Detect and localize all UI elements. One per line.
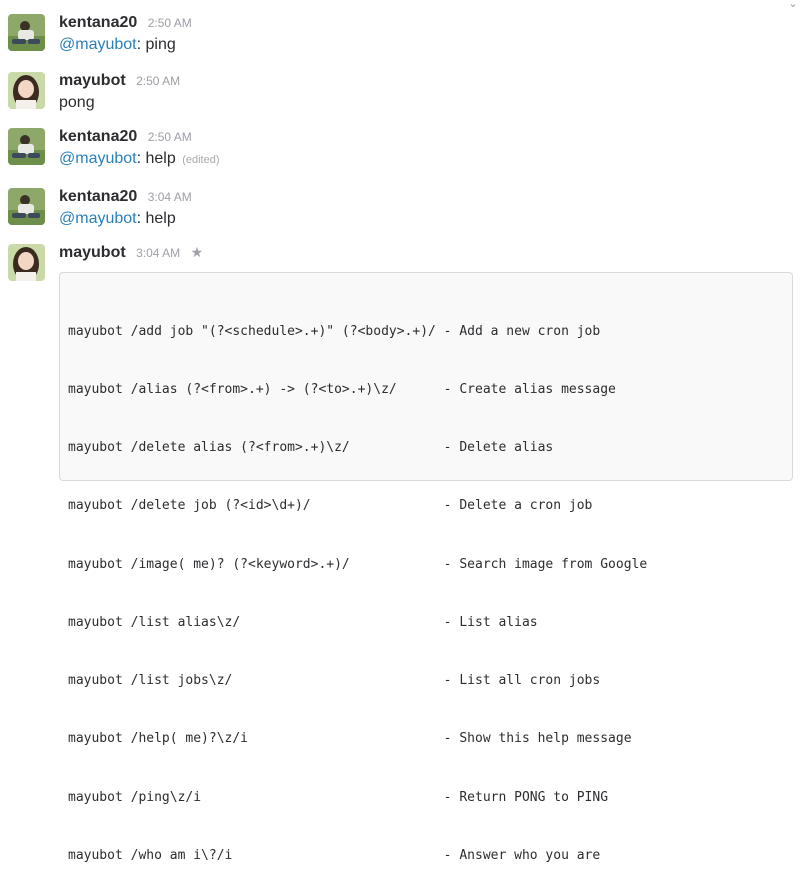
mayubot-avatar[interactable] <box>8 72 45 109</box>
edited-label: (edited) <box>182 154 220 166</box>
corner-chevron-icon[interactable]: ⌄ <box>786 0 800 10</box>
author-name[interactable]: kentana20 <box>59 14 137 31</box>
message-header: mayubot 3:04 AM ★ <box>59 244 203 262</box>
user-mention[interactable]: @mayubot <box>59 36 137 53</box>
message-content: pong <box>59 94 95 111</box>
kentana20-avatar-image <box>8 14 45 51</box>
author-name[interactable]: kentana20 <box>59 188 137 205</box>
star-icon[interactable]: ★ <box>191 244 204 260</box>
author-name[interactable]: mayubot <box>59 72 126 89</box>
help-line: mayubot /add job "(?<schedule>.+)" (?<bo… <box>68 323 601 339</box>
message-text: @mayubot: help <box>59 210 176 228</box>
timestamp[interactable]: 2:50 AM <box>148 16 192 30</box>
kentana20-avatar-image <box>8 128 45 165</box>
kentana20-avatar-image <box>8 188 45 225</box>
timestamp[interactable]: 2:50 AM <box>136 74 180 88</box>
help-line: mayubot /ping\z/i - Return PONG to PING <box>68 789 609 805</box>
help-line: mayubot /list alias\z/ - List alias <box>68 614 538 630</box>
message-header: kentana20 3:04 AM <box>59 188 192 206</box>
kentana20-avatar[interactable] <box>8 14 45 51</box>
help-line: mayubot /alias (?<from>.+) -> (?<to>.+)\… <box>68 382 616 398</box>
help-code-block: mayubot /add job "(?<schedule>.+)" (?<bo… <box>59 272 793 863</box>
mayubot-avatar-image <box>8 72 45 109</box>
user-mention[interactable]: @mayubot <box>59 150 137 167</box>
author-name[interactable]: kentana20 <box>59 128 137 145</box>
author-name[interactable]: mayubot <box>59 244 126 261</box>
mayubot-avatar[interactable] <box>8 244 45 281</box>
message-header: mayubot 2:50 AM <box>59 72 180 90</box>
message-header: kentana20 2:50 AM <box>59 128 192 146</box>
help-line: mayubot /help( me)?\z/i - Show this help… <box>68 731 632 747</box>
user-mention[interactable]: @mayubot <box>59 210 137 227</box>
help-line: mayubot /delete job (?<id>\d+)/ - Delete… <box>68 498 593 514</box>
mayubot-avatar-image <box>8 244 45 281</box>
kentana20-avatar[interactable] <box>8 128 45 165</box>
timestamp[interactable]: 2:50 AM <box>148 130 192 144</box>
help-line: mayubot /list jobs\z/ - List all cron jo… <box>68 673 601 689</box>
help-line: mayubot /delete alias (?<from>.+)\z/ - D… <box>68 440 554 456</box>
help-line: mayubot /who am i\?/i - Answer who you a… <box>68 847 601 863</box>
message-content: ping <box>141 36 176 53</box>
help-line: mayubot /image( me)? (?<keyword>.+)/ - S… <box>68 556 648 572</box>
timestamp[interactable]: 3:04 AM <box>148 190 192 204</box>
message-text: @mayubot: help (edited) <box>59 150 220 168</box>
kentana20-avatar[interactable] <box>8 188 45 225</box>
message-text: pong <box>59 94 95 112</box>
timestamp[interactable]: 3:04 AM <box>136 246 180 260</box>
message-content: help <box>141 210 176 227</box>
message-header: kentana20 2:50 AM <box>59 14 192 32</box>
message-text: @mayubot: ping <box>59 36 176 54</box>
message-content: help <box>141 150 176 167</box>
